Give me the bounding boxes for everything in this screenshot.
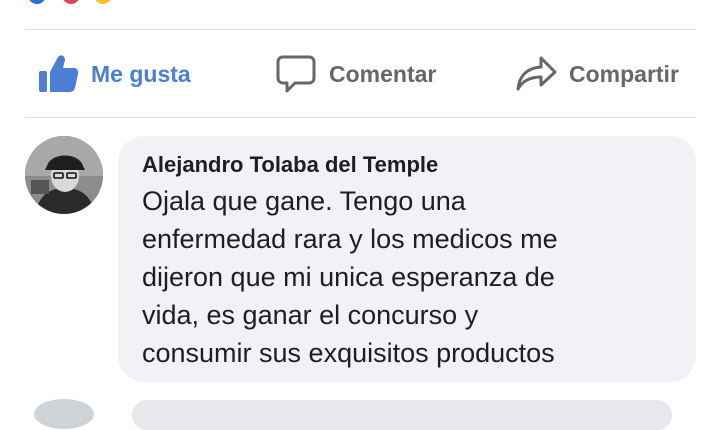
comment-body: Ojala que gane. Tengo una enfermedad rar… (142, 182, 676, 372)
comment-line: dijeron que mi unica esperanza de (142, 262, 555, 292)
top-divider (25, 29, 696, 30)
share-icon (515, 54, 557, 94)
like-label: Me gusta (91, 60, 191, 87)
actions-divider (25, 117, 696, 118)
comment-line: consumir sus exquisitos productos (142, 338, 555, 368)
comment-icon (275, 54, 317, 94)
share-button[interactable]: Compartir (515, 32, 679, 116)
comment-line: enfermedad rara y los medicos me (142, 224, 558, 254)
love-reaction-peek-icon (62, 0, 80, 4)
like-reaction-peek-icon (28, 0, 46, 4)
share-label: Compartir (569, 60, 679, 87)
next-comment-avatar-peek (34, 399, 94, 429)
comment-bubble: Alejandro Tolaba del Temple Ojala que ga… (118, 136, 696, 382)
comment-label: Comentar (329, 60, 437, 87)
comment-button[interactable]: Comentar (275, 32, 436, 116)
post-action-bar: Me gusta Comentar Compartir (25, 32, 696, 116)
avatar[interactable] (25, 136, 103, 214)
like-button[interactable]: Me gusta (37, 32, 191, 116)
thumbs-up-icon (37, 54, 79, 94)
comment-line: vida, es ganar el concurso y (142, 300, 479, 330)
comment-line: Ojala que gane. Tengo una (142, 186, 466, 216)
haha-reaction-peek-icon (94, 0, 112, 4)
comment-author-name[interactable]: Alejandro Tolaba del Temple (142, 150, 676, 180)
profile-photo-icon (25, 136, 103, 214)
